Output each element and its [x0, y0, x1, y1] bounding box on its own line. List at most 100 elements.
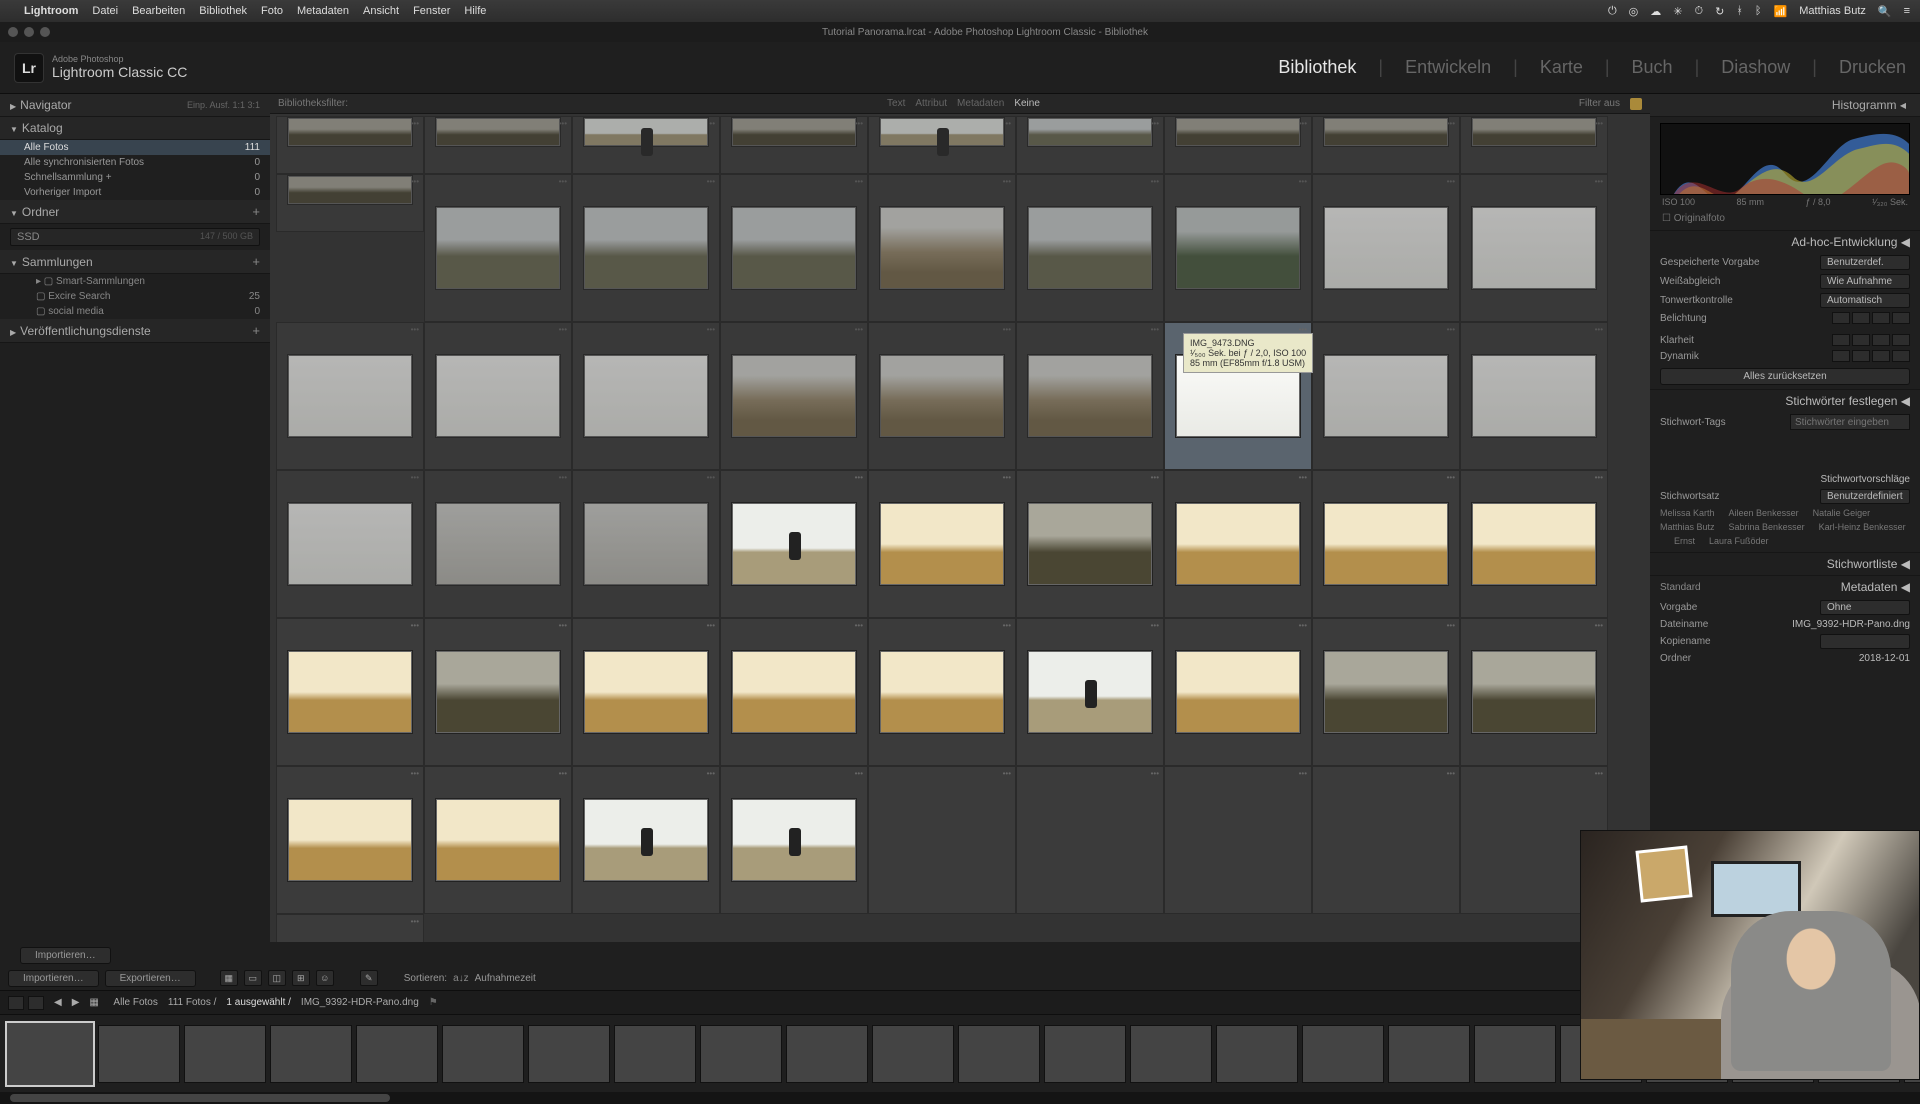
catalog-header[interactable]: ▼Katalog — [0, 117, 270, 140]
md-preset-select[interactable]: Ohne — [1820, 600, 1910, 615]
thumbnail[interactable] — [435, 206, 561, 290]
thumbnail[interactable] — [583, 117, 709, 147]
thumbnail[interactable] — [583, 502, 709, 586]
thumbnail[interactable] — [1175, 650, 1301, 734]
thumbnail[interactable] — [879, 354, 1005, 438]
filmstrip-thumb[interactable] — [98, 1025, 180, 1083]
grid-icon[interactable]: ▦ — [89, 997, 103, 1009]
module-entwickeln[interactable]: Entwickeln — [1405, 57, 1491, 78]
kwset-select[interactable]: Benutzerdefiniert — [1820, 489, 1910, 504]
grid-cell[interactable]: ••• — [276, 174, 424, 232]
grid-cell[interactable]: ••• — [720, 470, 868, 618]
thumbnail[interactable] — [287, 798, 413, 882]
grid-cell[interactable]: ••• — [1016, 116, 1164, 174]
collection-row[interactable]: ▢ social media0 — [0, 304, 270, 319]
nav-fwd-icon[interactable]: ▶ — [72, 997, 80, 1008]
menubar-icon[interactable]: ⏻ — [1608, 5, 1617, 18]
thumbnail[interactable] — [1175, 354, 1301, 438]
filmstrip-thumb[interactable] — [786, 1025, 868, 1083]
thumbnail[interactable] — [435, 798, 561, 882]
sort-value[interactable]: Aufnahmezeit — [475, 973, 536, 984]
filmstrip-thumb[interactable] — [184, 1025, 266, 1083]
grid-view[interactable]: ••••••••••••••••••••••••••••••••••••••••… — [270, 114, 1650, 942]
grid-cell[interactable]: ••• — [1164, 116, 1312, 174]
filmstrip-thumb[interactable] — [6, 1022, 94, 1086]
menu-foto[interactable]: Foto — [261, 5, 283, 17]
volume-row[interactable]: SSD 147 / 500 GB — [10, 228, 260, 246]
menu-metadaten[interactable]: Metadaten — [297, 5, 349, 17]
filter-lock-icon[interactable] — [1630, 98, 1642, 110]
grid-cell[interactable]: ••• — [868, 470, 1016, 618]
folders-header[interactable]: ▼Ordner + — [0, 200, 270, 224]
catalog-row[interactable]: Alle synchronisierten Fotos0 — [0, 155, 270, 170]
thumbnail[interactable] — [1027, 117, 1153, 147]
navigator-header[interactable]: ▶Navigator Einp. Ausf. 1:1 3:1 — [0, 94, 270, 117]
thumbnail[interactable] — [583, 206, 709, 290]
grid-cell[interactable]: ••• — [720, 116, 868, 174]
grid-cell[interactable]: ••• — [276, 618, 424, 766]
thumbnail[interactable] — [1471, 206, 1597, 290]
publish-header[interactable]: ▶Veröffentlichungsdienste + — [0, 319, 270, 343]
thumbnail[interactable] — [731, 798, 857, 882]
grid-cell[interactable]: ••• — [868, 174, 1016, 322]
menu-bibliothek[interactable]: Bibliothek — [199, 5, 247, 17]
thumbnail[interactable] — [731, 502, 857, 586]
grid-cell[interactable]: ••• — [424, 116, 572, 174]
grid-cell[interactable]: ••• — [1312, 174, 1460, 322]
menubar-icon[interactable]: ↻ — [1715, 5, 1724, 18]
grid-cell[interactable]: ••• — [572, 470, 720, 618]
grid-cell[interactable]: ••• — [424, 322, 572, 470]
menu-bearbeiten[interactable]: Bearbeiten — [132, 5, 185, 17]
thumbnail[interactable] — [287, 650, 413, 734]
module-drucken[interactable]: Drucken — [1839, 57, 1906, 78]
thumbnail[interactable] — [583, 650, 709, 734]
menubar-icon[interactable]: ⏱ — [1695, 5, 1704, 18]
menubar-icon[interactable]: ᚼ — [1736, 5, 1743, 17]
grid-cell[interactable]: ••• — [572, 618, 720, 766]
grid-cell[interactable]: ••• — [424, 470, 572, 618]
secondary-display-icons[interactable] — [8, 996, 44, 1010]
catalog-row[interactable]: Schnellsammlung +0 — [0, 170, 270, 185]
vibrance-stepper[interactable] — [1832, 350, 1910, 362]
preset-select[interactable]: Benutzerdef. — [1820, 255, 1910, 270]
filmstrip-thumb[interactable] — [1216, 1025, 1298, 1083]
thumbnail[interactable] — [1323, 502, 1449, 586]
collections-header[interactable]: ▼Sammlungen + — [0, 250, 270, 274]
thumbnail[interactable] — [1323, 206, 1449, 290]
import-button[interactable]: Importieren… — [8, 970, 99, 987]
grid-cell[interactable]: ••• — [1164, 470, 1312, 618]
wb-select[interactable]: Wie Aufnahme — [1820, 274, 1910, 289]
grid-cell[interactable]: ••• — [276, 766, 424, 914]
grid-cell[interactable]: ••• — [424, 618, 572, 766]
filmstrip-thumb[interactable] — [872, 1025, 954, 1083]
grid-cell[interactable]: •••IMG_9473.DNG ¹⁄₅₀₀ Sek. bei ƒ / 2,0, … — [1164, 322, 1312, 470]
adhoc-header[interactable]: Ad-hoc-Entwicklung ◀ — [1650, 231, 1920, 253]
thumbnail[interactable] — [731, 117, 857, 147]
filmstrip-thumb[interactable] — [1302, 1025, 1384, 1083]
module-karte[interactable]: Karte — [1540, 57, 1583, 78]
loupe-view-icon[interactable]: ▭ — [244, 970, 262, 986]
collection-row[interactable]: ▢ Excire Search25 — [0, 289, 270, 304]
thumbnail[interactable] — [731, 650, 857, 734]
add-collection-icon[interactable]: + — [252, 254, 260, 269]
thumbnail[interactable] — [879, 206, 1005, 290]
grid-cell[interactable]: ••• — [1312, 116, 1460, 174]
thumbnail[interactable] — [879, 650, 1005, 734]
original-checkbox[interactable]: ☐ Originalfoto — [1650, 211, 1920, 230]
thumbnail[interactable] — [583, 354, 709, 438]
filmstrip-thumb[interactable] — [958, 1025, 1040, 1083]
grid-cell[interactable]: ••• — [1164, 618, 1312, 766]
menubar-user[interactable]: Matthias Butz — [1799, 5, 1866, 17]
filter-tab-attribut[interactable]: Attribut — [915, 98, 947, 109]
grid-cell[interactable]: ••• — [1016, 322, 1164, 470]
filter-preset[interactable]: Filter aus — [1579, 98, 1620, 109]
grid-cell[interactable]: ••• — [572, 766, 720, 914]
thumbnail[interactable] — [435, 354, 561, 438]
thumbnail[interactable] — [1175, 206, 1301, 290]
histogram-header[interactable]: Histogramm ◀ — [1650, 94, 1920, 117]
menu-ansicht[interactable]: Ansicht — [363, 5, 399, 17]
menu-fenster[interactable]: Fenster — [413, 5, 450, 17]
metadata-header[interactable]: StandardMetadaten ◀ — [1650, 576, 1920, 598]
keyword-names[interactable]: Melissa KarthAileen BenkesserNatalie Gei… — [1650, 506, 1920, 552]
traffic-lights[interactable] — [8, 27, 50, 37]
